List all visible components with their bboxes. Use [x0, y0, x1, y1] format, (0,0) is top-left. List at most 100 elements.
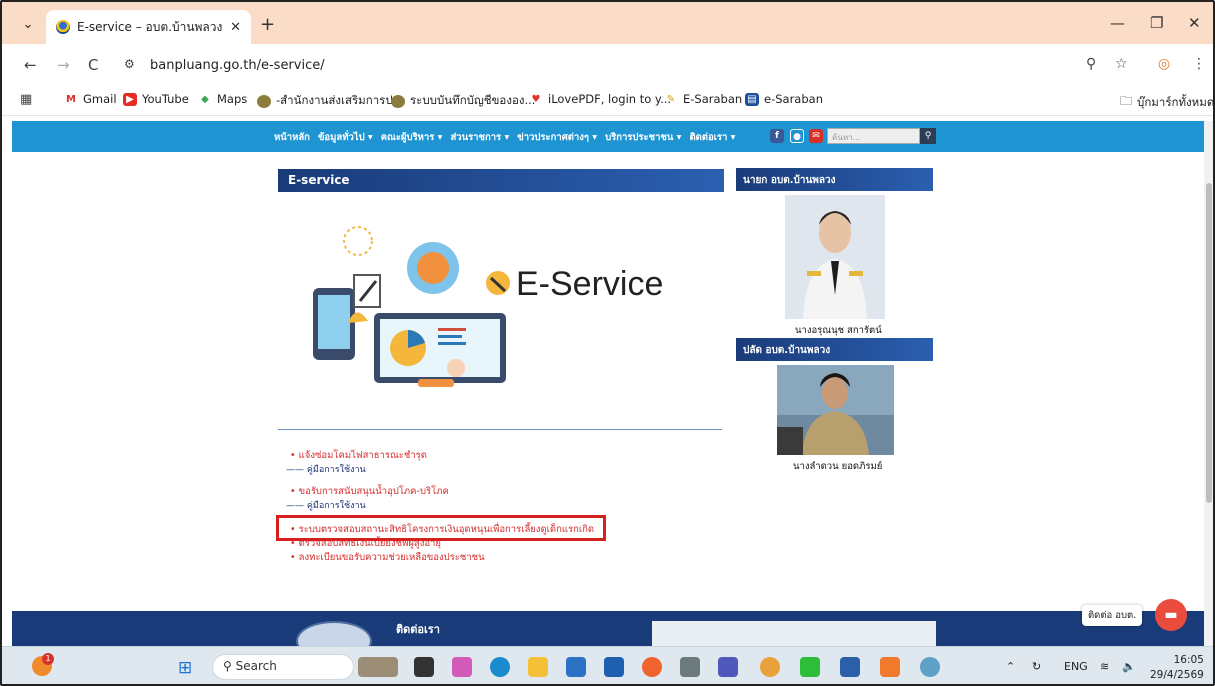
word-icon[interactable]: [840, 657, 860, 677]
manual-link-2[interactable]: —— คู่มือการใช้งาน: [286, 498, 366, 512]
menu-contact[interactable]: ติดต่อเรา ▾: [689, 130, 735, 145]
mayor-portrait: [785, 195, 885, 319]
app-icon[interactable]: [680, 657, 700, 677]
profile-icon[interactable]: ◎: [1158, 56, 1170, 72]
messenger-icon[interactable]: ●: [790, 129, 804, 143]
store-icon[interactable]: [566, 657, 586, 677]
copilot-icon[interactable]: [452, 657, 472, 677]
site-menu: หน้าหลัก ข้อมูลทั่วไป ▾ คณะผู้บริหาร ▾ ส…: [274, 130, 735, 145]
bookmark-youtube[interactable]: ▶ YouTube: [123, 92, 189, 106]
navigation-bar: ← → C ⚙ banpluang.go.th/e-service/ ⚲ ☆ ◎…: [2, 44, 1213, 86]
footer-heading: ติดต่อเรา: [396, 623, 440, 636]
volume-icon[interactable]: 🔈: [1122, 660, 1136, 673]
menu-announcements[interactable]: ข่าวประกาศต่างๆ ▾: [517, 130, 597, 145]
heart-icon: ♥: [531, 93, 541, 105]
menu-general-info[interactable]: ข้อมูลทั่วไป ▾: [318, 130, 373, 145]
minimize-icon[interactable]: —: [1110, 14, 1125, 32]
e-service-illustration: E-Service: [313, 226, 663, 387]
wifi-icon[interactable]: ≋: [1100, 660, 1109, 673]
site-info-icon[interactable]: ⚙: [124, 57, 135, 71]
tab-search-button[interactable]: ⌄: [16, 14, 40, 36]
page-title: E-service: [278, 169, 724, 192]
dla-logo-icon: [257, 94, 271, 108]
tray-expand-icon[interactable]: ⌃: [1006, 660, 1015, 673]
clerk-portrait: [777, 365, 894, 455]
clerk-name: นางลำดวน ยอดภิรมย์: [793, 461, 883, 472]
menu-home[interactable]: หน้าหลัก: [274, 130, 310, 145]
zoom-icon[interactable]: ⚲: [1086, 56, 1096, 72]
site-nav-bar: หน้าหลัก ข้อมูลทั่วไป ▾ คณะผู้บริหาร ▾ ส…: [12, 121, 1204, 152]
mayor-name: นางอรุณนุช สการัตน์: [795, 325, 882, 336]
mail-icon[interactable]: ✉: [809, 129, 823, 143]
mail-app-icon[interactable]: [604, 657, 624, 677]
url-text: banpluang.go.th/e-service/: [150, 58, 325, 73]
back-icon[interactable]: ←: [24, 56, 37, 74]
chat-icon[interactable]: ▬: [1155, 599, 1187, 631]
close-tab-icon[interactable]: ✕: [230, 20, 241, 35]
scrollbar-thumb[interactable]: [1206, 183, 1212, 503]
browser-tab[interactable]: E-service – อบต.บ้านพลวง อ.ปราสา ✕: [46, 10, 251, 44]
tab-title: E-service – อบต.บ้านพลวง อ.ปราสา: [77, 19, 223, 34]
tray-app-icon[interactable]: ↻: [1032, 660, 1041, 673]
time: 16:05: [1173, 654, 1204, 666]
divider: [278, 429, 722, 430]
teams-icon[interactable]: [718, 657, 738, 677]
close-window-icon[interactable]: ✕: [1188, 14, 1201, 32]
bookmark-star-icon[interactable]: ☆: [1115, 56, 1128, 72]
service-link-assistance[interactable]: • ลงทะเบียนขอรับความช่วยเหลือของประชาชน: [290, 550, 485, 565]
taskbar-search[interactable]: ⚲ Search: [212, 654, 354, 680]
all-bookmarks[interactable]: 🗀 บุ๊กมาร์กทั้งหมด: [1120, 92, 1213, 113]
menu-departments[interactable]: ส่วนราชการ ▾: [450, 130, 509, 145]
search-highlight-icon[interactable]: [358, 657, 398, 677]
clerk-photo: [777, 365, 894, 455]
language-indicator[interactable]: ENG: [1064, 660, 1088, 673]
menu-icon[interactable]: ⋮: [1192, 56, 1206, 72]
bookmark-esaraban-2[interactable]: ▤ e-Saraban: [745, 92, 823, 106]
highlight-box: [276, 515, 606, 541]
file-explorer-icon[interactable]: [528, 657, 548, 677]
service-link-streetlight[interactable]: • แจ้งซ่อมโคมไฟสาธารณะชำรุด: [290, 448, 427, 463]
clock[interactable]: 16:05 29/4/2569: [1150, 653, 1204, 683]
mayor-photo: [785, 195, 885, 319]
bookmark-accounting[interactable]: ระบบบันทึกบัญชีขององ...: [391, 92, 535, 110]
chrome-icon[interactable]: [760, 657, 780, 677]
taskbar: 1 ⊞ ⚲ Search ⌃ ↻ ENG ≋ 🔈 16:05 29/4/2569: [2, 646, 1213, 684]
notification-badge: 1: [42, 653, 54, 665]
bookmark-maps[interactable]: ◆ Maps: [198, 92, 247, 106]
banner-text: E-Service: [516, 265, 663, 303]
mayor-heading: นายก อบต.บ้านพลวง: [736, 168, 933, 191]
web-page: หน้าหลัก ข้อมูลทั่วไป ▾ คณะผู้บริหาร ▾ ส…: [12, 121, 1204, 646]
edge-icon[interactable]: [490, 657, 510, 677]
reload-icon[interactable]: C: [88, 56, 98, 74]
site-favicon-icon: [56, 20, 70, 34]
paint-icon[interactable]: [880, 657, 900, 677]
menu-executives[interactable]: คณะผู้บริหาร ▾: [381, 130, 443, 145]
line-icon[interactable]: [800, 657, 820, 677]
service-link-water[interactable]: • ขอรับการสนับสนุนน้ำอุปโภค-บริโภค: [290, 484, 449, 499]
site-search-input[interactable]: ค้นหา...: [827, 128, 920, 144]
date: 29/4/2569: [1150, 669, 1204, 681]
map-embed[interactable]: [652, 621, 936, 646]
site-search-icon[interactable]: ⚲: [920, 128, 936, 144]
address-bar[interactable]: ⚙ banpluang.go.th/e-service/: [118, 51, 1118, 81]
bookmark-ilovepdf[interactable]: ♥ iLovePDF, login to y...: [529, 92, 672, 106]
new-tab-button[interactable]: +: [260, 14, 275, 35]
network-app-icon[interactable]: [920, 657, 940, 677]
firefox-icon[interactable]: [642, 657, 662, 677]
bookmark-dla[interactable]: -สำนักงานส่งเสริมการป...: [257, 92, 404, 110]
manual-link-1[interactable]: —— คู่มือการใช้งาน: [286, 462, 366, 476]
bookmark-esaraban-1[interactable]: ✎ E-Saraban: [664, 92, 742, 106]
forward-icon[interactable]: →: [57, 56, 70, 74]
task-view-icon[interactable]: [414, 657, 434, 677]
menu-public-services[interactable]: บริการประชาชน ▾: [605, 130, 681, 145]
facebook-icon[interactable]: f: [770, 129, 784, 143]
restore-icon[interactable]: ❐: [1150, 14, 1163, 32]
apps-icon[interactable]: ▦: [20, 92, 32, 107]
windows-start-icon[interactable]: ⊞: [178, 658, 192, 678]
clerk-heading: ปลัด อบต.บ้านพลวง: [736, 338, 933, 361]
bookmark-gmail[interactable]: M Gmail: [64, 92, 117, 106]
dla-logo-icon: [391, 94, 405, 108]
chat-label[interactable]: ติดต่อ อบต.: [1082, 605, 1143, 626]
bookmarks-bar: ▦ M Gmail ▶ YouTube ◆ Maps -สำนักงานส่งเสริ…: [2, 86, 1213, 116]
page-scrollbar[interactable]: [1204, 121, 1213, 646]
